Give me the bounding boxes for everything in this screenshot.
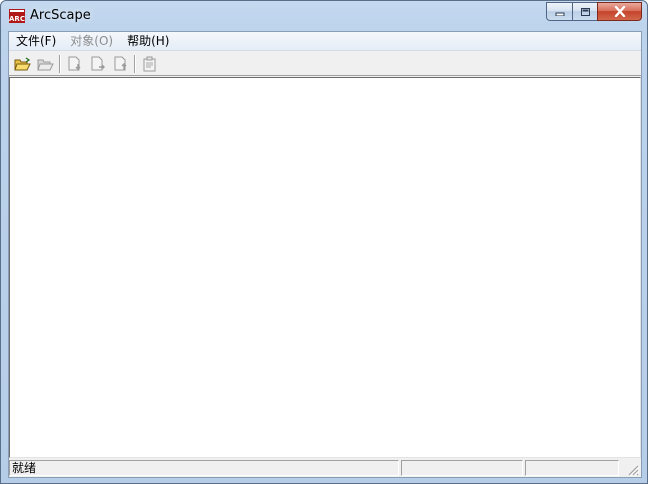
client-area: 文件(F) 对象(O) 帮助(H) 就绪 [8, 31, 642, 478]
arc-app-icon[interactable]: ARC [9, 9, 25, 23]
workspace-canvas[interactable] [9, 77, 641, 458]
open-folder-icon [14, 57, 31, 70]
maximize-button[interactable] [572, 2, 597, 21]
menu-object[interactable]: 对象(O) [63, 32, 120, 51]
title-bar[interactable]: ARC ArcScape [1, 1, 647, 31]
menu-file[interactable]: 文件(F) [9, 32, 63, 51]
document-upload-icon [114, 56, 126, 70]
minimize-icon [555, 12, 564, 16]
document-import-icon [68, 56, 80, 70]
app-icon-text: ARC [9, 15, 25, 23]
properties-icon [143, 56, 155, 71]
status-bar: 就绪 [9, 460, 641, 477]
resize-grip-icon[interactable] [627, 464, 639, 476]
import-button[interactable] [63, 53, 86, 75]
menu-help[interactable]: 帮助(H) [120, 32, 176, 51]
menu-bar: 文件(F) 对象(O) 帮助(H) [9, 32, 641, 51]
minimize-button[interactable] [546, 2, 572, 21]
maximize-icon [580, 7, 590, 16]
export-button[interactable] [86, 53, 109, 75]
toolbar-separator [134, 54, 136, 73]
status-text: 就绪 [9, 460, 399, 476]
upload-button[interactable] [109, 53, 132, 75]
status-pane-3 [525, 460, 619, 476]
window-title: ArcScape [30, 8, 91, 23]
status-pane-2 [401, 460, 523, 476]
document-export-icon [91, 56, 105, 70]
close-icon [614, 6, 625, 17]
open-folder-disabled-icon [37, 59, 54, 70]
open-button[interactable] [11, 53, 34, 75]
app-window: ARC ArcScape 文件(F) 对象(O) 帮助(H) 就绪 [0, 0, 648, 484]
properties-button[interactable] [138, 53, 161, 75]
toolbar [9, 52, 641, 76]
toolbar-separator [59, 54, 61, 73]
open-recent-button[interactable] [34, 53, 57, 75]
close-button[interactable] [597, 2, 642, 21]
caption-buttons [546, 2, 642, 21]
